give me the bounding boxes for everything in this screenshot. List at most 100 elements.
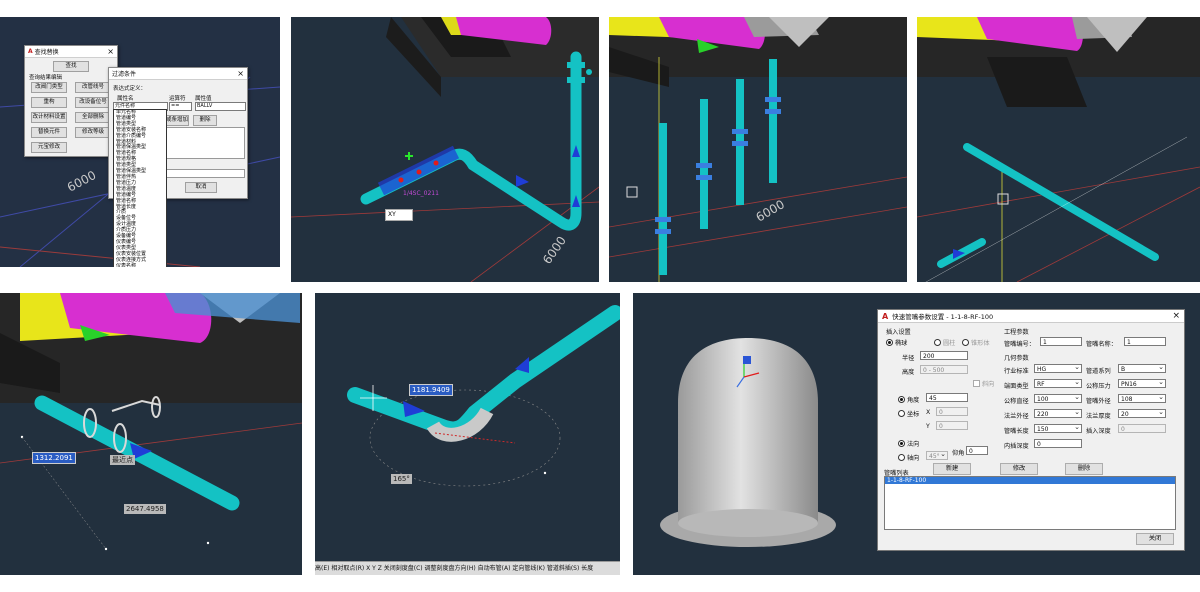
standard-select[interactable]: HG: [1034, 364, 1082, 373]
radius-input[interactable]: 200: [920, 351, 968, 360]
axial-select[interactable]: 45°: [926, 451, 948, 460]
y-input[interactable]: 0: [936, 421, 968, 430]
new-button[interactable]: 新建: [933, 463, 971, 475]
close-icon[interactable]: ×: [1172, 311, 1180, 321]
flange: [567, 62, 585, 68]
valve-placement-view: [0, 293, 302, 551]
dn-select[interactable]: 100: [1034, 394, 1082, 403]
pressure-select[interactable]: PN16: [1118, 379, 1166, 388]
change-line-no-button[interactable]: 改管线号: [75, 82, 111, 93]
find-replace-dialog: A 查找替换 × 查找 查询结果编辑 改阀门类型 改管线号 重构 改设备位号 改计材…: [24, 45, 118, 157]
dimension-input[interactable]: 1312.2091: [32, 452, 76, 464]
series-select[interactable]: B: [1118, 364, 1166, 373]
shape-ellipsoid-radio[interactable]: 椭球: [886, 338, 907, 347]
geometry-section-label: 几何参数: [1004, 355, 1029, 362]
panel-nozzle-settings: A 快速管嘴参数设置 - 1-1-8-RF-100 × 插入设置 椭球 圆柱 锥形体…: [633, 293, 1200, 575]
app-icon: A: [882, 311, 889, 321]
normal-radio[interactable]: 法向: [898, 439, 919, 448]
command-bar[interactable]: 高(E) 相对取点(R) X Y Z 关闭刻度盘(C) 调整刻度盘方向(H) 自…: [315, 561, 620, 575]
valve-stack: [659, 59, 777, 275]
find-button[interactable]: 查找: [53, 61, 89, 72]
elevation-label: 仰角: [952, 450, 965, 457]
panel-bend-routing: 1181.9409 165° 高(E) 相对取点(R) X Y Z 关闭刻度盘(…: [315, 293, 620, 575]
shape-cylinder-radio[interactable]: 圆柱: [934, 338, 955, 347]
dimension-text: 6000: [65, 168, 99, 195]
status-box: [165, 169, 245, 178]
elevation-input[interactable]: 0: [966, 446, 988, 455]
nozzle-list[interactable]: 1-1-8-RF-100: [884, 476, 1176, 530]
dropdown-item[interactable]: 仪表名称: [114, 263, 166, 267]
modify-button[interactable]: 修改: [1000, 463, 1038, 475]
close-icon[interactable]: ×: [107, 47, 114, 56]
valve-handle: [586, 69, 592, 75]
app-icon: A: [28, 48, 33, 55]
flange-th-label: 法兰厚度: [1086, 413, 1111, 420]
list-item[interactable]: 1-1-8-RF-100: [885, 477, 1175, 484]
coord-radio[interactable]: 坐标: [898, 409, 919, 418]
x-input[interactable]: 0: [936, 407, 968, 416]
height-label: 高度: [902, 369, 915, 376]
value-select[interactable]: BALLV: [195, 102, 246, 111]
inner-depth-input[interactable]: 0: [1034, 439, 1082, 448]
pipe-routing-view: 6000 1/4SC_0211: [291, 17, 599, 282]
nozzle-parameter-dialog: A 快速管嘴参数设置 - 1-1-8-RF-100 × 插入设置 椭球 圆柱 锥形体…: [877, 309, 1185, 551]
delete-button[interactable]: 删除: [1065, 463, 1103, 475]
flange: [567, 77, 585, 83]
flange-od-select[interactable]: 220: [1034, 409, 1082, 418]
tilt-checkbox[interactable]: 斜向: [973, 379, 994, 388]
val-column-label: 属性值: [195, 96, 212, 102]
length-select[interactable]: 150: [1034, 424, 1082, 433]
attr-column-label: 属性名: [117, 96, 134, 102]
shape-cone-radio[interactable]: 锥形体: [962, 338, 990, 347]
close-icon[interactable]: ×: [237, 69, 244, 78]
cancel-button[interactable]: 取消: [185, 182, 217, 193]
dimension-text: 6000: [754, 197, 787, 224]
rebuild-button[interactable]: 重构: [31, 97, 67, 108]
angle-tooltip: 165°: [391, 474, 412, 484]
expression-box[interactable]: [165, 127, 245, 159]
nozzle-name-input[interactable]: 1: [1124, 337, 1166, 346]
series-label: 管道系列: [1086, 368, 1111, 375]
face-select[interactable]: RF: [1034, 379, 1082, 388]
replace-component-button[interactable]: 替换元件: [31, 127, 67, 138]
y-label: Y: [926, 423, 930, 430]
engineering-section-label: 工程参数: [1004, 329, 1029, 336]
dn-label: 公称直径: [1004, 398, 1029, 405]
cyan-pipe: [963, 143, 1159, 261]
angle-radio[interactable]: 角度: [898, 395, 919, 404]
flange-od-label: 法兰外径: [1004, 413, 1029, 420]
delete-all-button[interactable]: 全部删除: [75, 112, 111, 123]
face-label: 端面类型: [1004, 383, 1029, 390]
change-equipment-button[interactable]: 改设备位号: [75, 97, 111, 108]
or-add-button[interactable]: 或条增加: [165, 115, 189, 126]
od-select[interactable]: 108: [1118, 394, 1166, 403]
change-grade-button[interactable]: 修改等级: [75, 127, 111, 138]
change-valve-type-button[interactable]: 改阀门类型: [31, 82, 67, 93]
insert-section-label: 插入设置: [886, 329, 911, 336]
axial-radio[interactable]: 轴向: [898, 453, 919, 462]
insert-depth-input[interactable]: 0: [1118, 424, 1166, 433]
panel-pipe-routing: 6000 1/4SC_0211 XY: [291, 17, 599, 282]
tank-body: [678, 338, 818, 523]
attribute-dropdown-list[interactable]: 单元名称 管道编号 管道类型 管道安装名称 管道介质编号 管道材料 管道保温类型 管道名称 管道…: [113, 109, 167, 267]
flow-arrow-icon: [516, 175, 529, 187]
op-select[interactable]: ==: [169, 102, 192, 111]
height-input[interactable]: 0 - 500: [920, 365, 968, 374]
angle-input[interactable]: 45: [926, 393, 968, 402]
flange-th-select[interactable]: 20: [1118, 409, 1166, 418]
x-label: X: [926, 409, 931, 416]
nozzle-no-input[interactable]: 1: [1040, 337, 1082, 346]
length-label: 管嘴长度: [1004, 428, 1029, 435]
change-material-button[interactable]: 改计材料设置: [31, 112, 67, 123]
coordinate-input[interactable]: XY: [385, 209, 413, 221]
dialog-title: 过滤条件: [112, 71, 137, 78]
od-label: 管嘴外径: [1086, 398, 1111, 405]
bend-routing-view: [347, 305, 620, 487]
inner-depth-label: 内插深度: [1004, 443, 1029, 450]
close-button[interactable]: 关闭: [1136, 533, 1174, 545]
delete-button[interactable]: 删除: [193, 115, 217, 126]
radius-label: 半径: [902, 355, 915, 362]
dimension-input[interactable]: 1181.9409: [409, 384, 453, 396]
pressure-label: 公称压力: [1086, 383, 1111, 390]
element-modify-button[interactable]: 元宝修改: [31, 142, 67, 153]
